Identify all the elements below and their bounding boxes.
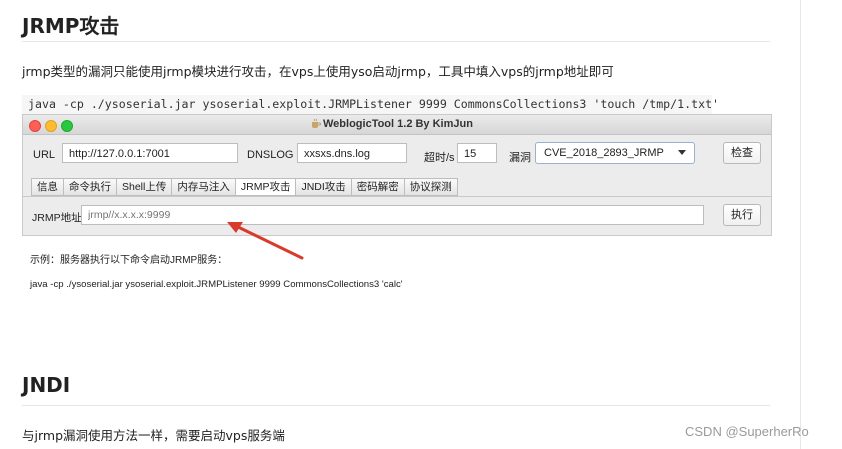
- red-arrow-annotation: [227, 222, 304, 260]
- heading-rule-2: [22, 405, 770, 406]
- paragraph-jndi: 与jrmp漏洞使用方法一样，需要启动vps服务端: [22, 428, 285, 443]
- csdn-watermark: CSDN @SuperherRo: [685, 424, 809, 439]
- heading-jndi: JNDI: [22, 373, 71, 397]
